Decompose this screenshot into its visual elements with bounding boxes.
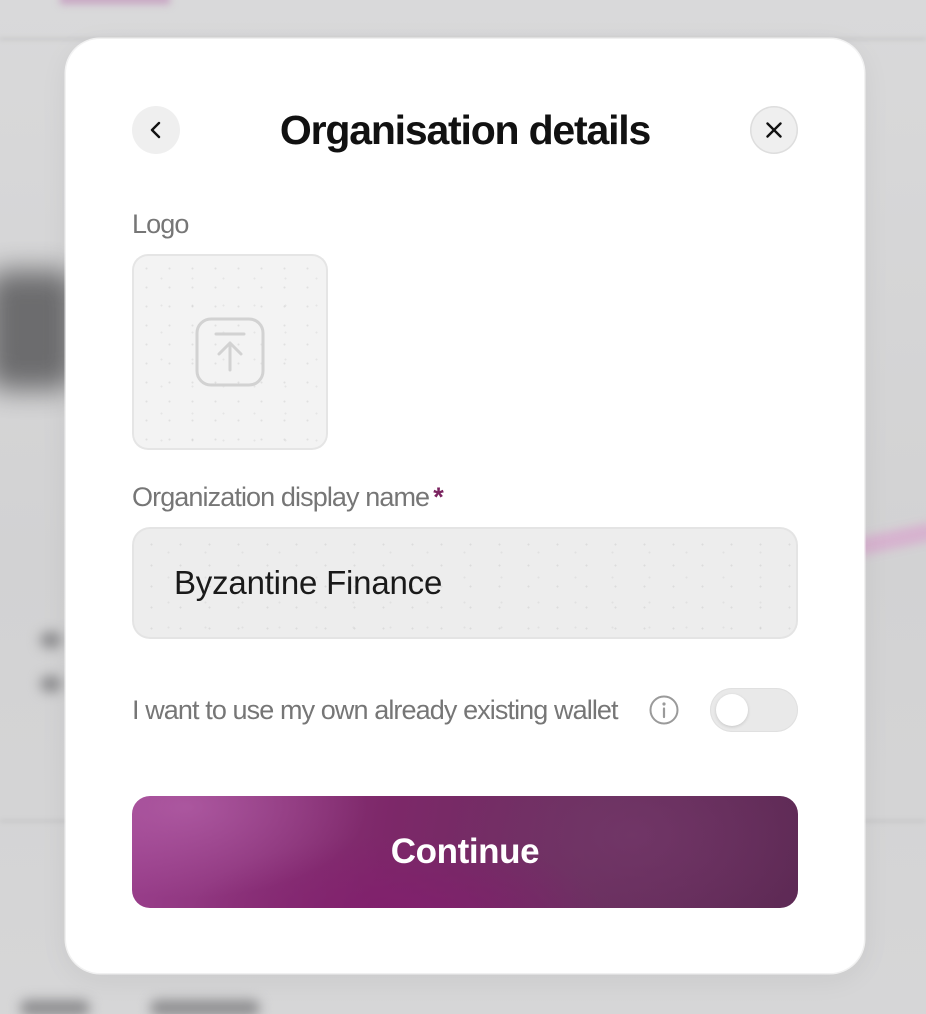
existing-wallet-label: I want to use my own already existing wa… (132, 695, 619, 725)
info-icon[interactable] (648, 694, 680, 726)
background-blurred-text (40, 676, 62, 692)
organization-name-value: Byzantine Finance (174, 564, 443, 601)
dialog-header: Organisation details (132, 105, 798, 155)
toggle-knob (716, 694, 748, 726)
organization-name-label-text: Organization display name (132, 482, 430, 512)
logo-label: Logo (132, 209, 189, 239)
required-asterisk: * (433, 482, 443, 512)
organization-name-label: Organization display name * (132, 480, 444, 514)
background-blurred-text (20, 1000, 90, 1014)
logo-upload-dropzone[interactable] (132, 254, 328, 450)
organisation-details-dialog: Organisation details Logo Organization d… (66, 39, 864, 973)
continue-button[interactable]: Continue (132, 796, 798, 908)
background-blurred-text (40, 632, 62, 648)
close-button[interactable] (750, 106, 798, 154)
close-icon (766, 122, 782, 138)
background-accent-line (855, 521, 926, 557)
organization-name-input[interactable]: Byzantine Finance (132, 527, 798, 639)
background-blurred-text (150, 1000, 260, 1014)
existing-wallet-toggle[interactable] (710, 688, 798, 732)
existing-wallet-row: I want to use my own already existing wa… (132, 687, 798, 733)
background-blurred-text (0, 270, 76, 390)
dialog-title: Organisation details (279, 107, 651, 153)
background-accent (60, 0, 170, 4)
upload-icon (195, 317, 265, 387)
